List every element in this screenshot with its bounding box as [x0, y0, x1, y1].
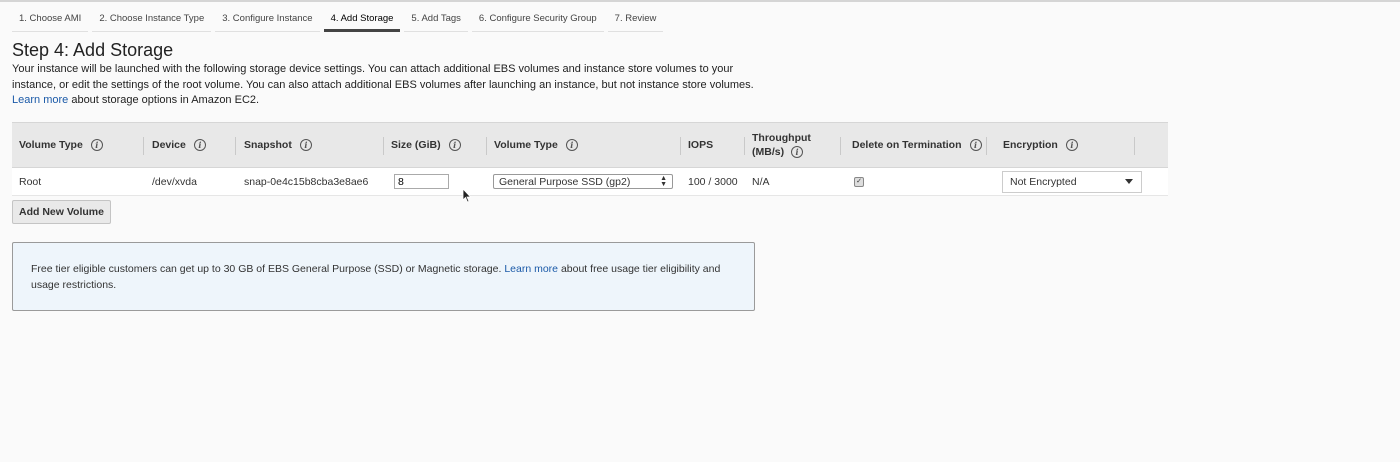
learn-more-link[interactable]: Learn more [504, 263, 558, 275]
page-title: Step 4: Add Storage [12, 40, 174, 60]
table-header: Volume Type i Device i Snapshot i Size (… [12, 122, 1168, 168]
header-iops: IOPS [681, 123, 745, 167]
header-label: Volume Type [494, 139, 558, 151]
encryption-select[interactable]: Not Encrypted [1002, 170, 1142, 193]
header-label: Delete on Termination [852, 139, 962, 151]
info-icon[interactable]: i [90, 139, 103, 151]
tab-add-tags[interactable]: 5. Add Tags [404, 9, 468, 32]
tab-choose-instance-type[interactable]: 2. Choose Instance Type [92, 9, 212, 32]
header-label: Device [152, 139, 186, 151]
cell-encryption: Not Encrypted [1001, 168, 1142, 195]
tab-review[interactable]: 7. Review [607, 9, 664, 32]
notice-text: Free tier eligible customers can get up … [31, 263, 502, 275]
tab-choose-ami[interactable]: 1. Choose AMI [12, 9, 89, 32]
info-icon[interactable]: i [1065, 139, 1078, 151]
info-icon[interactable]: i [565, 139, 578, 151]
intro-suffix: about storage options in Amazon EC2. [71, 94, 260, 106]
info-icon[interactable]: i [299, 139, 312, 151]
volume-type-select-value: General Purpose SSD (gp2) [499, 175, 631, 188]
header-volume-type: Volume Type i [12, 123, 144, 167]
updown-arrows-icon: ▲ ▼ [660, 174, 667, 188]
header-snapshot: Snapshot i [237, 123, 384, 167]
info-icon[interactable]: i [193, 139, 206, 151]
delete-on-termination-checkbox[interactable]: ✓ [854, 176, 864, 187]
info-icon[interactable]: i [791, 146, 804, 158]
info-icon[interactable]: i [969, 139, 982, 151]
chevron-down-icon [1125, 179, 1133, 184]
add-new-volume-button[interactable]: Add New Volume [12, 200, 111, 224]
header-label: Encryption [1003, 139, 1058, 151]
header-label: IOPS [688, 139, 714, 151]
tab-configure-instance[interactable]: 3. Configure Instance [215, 9, 320, 32]
cell-device: /dev/xvda [152, 175, 197, 188]
header-label: Size (GiB) [391, 139, 441, 151]
header-size: Size (GiB) i [384, 123, 487, 167]
cell-iops: 100 / 3000 [688, 175, 738, 188]
header-label-line2: (MB/s) [752, 146, 785, 158]
top-border [0, 0, 1400, 2]
cell-volume-type-select: General Purpose SSD (gp2) ▲ ▼ [487, 168, 673, 195]
header-volume-type-2: Volume Type i [487, 123, 681, 167]
header-throughput-label: Throughput (MB/s) i [752, 131, 811, 159]
header-label-line1: Throughput [752, 132, 811, 144]
cell-snapshot: snap-0e4c15b8cba3e8ae6 [244, 175, 369, 188]
encryption-select-value: Not Encrypted [1010, 175, 1077, 188]
learn-more-link[interactable]: Learn more [12, 94, 68, 106]
tab-add-storage[interactable]: 4. Add Storage [323, 9, 401, 32]
cell-throughput: N/A [752, 175, 770, 188]
tab-configure-security-group[interactable]: 6. Configure Security Group [471, 9, 604, 32]
mouse-pointer-icon [462, 188, 472, 203]
info-icon[interactable]: i [448, 139, 461, 151]
size-input[interactable] [394, 174, 449, 189]
intro-paragraph: Your instance will be launched with the … [12, 62, 762, 109]
header-label: Volume Type [19, 139, 83, 151]
table-row: Root /dev/xvda snap-0e4c15b8cba3e8ae6 Ge… [12, 168, 1168, 196]
header-device: Device i [145, 123, 236, 167]
header-label: Snapshot [244, 139, 292, 151]
wizard-steps: 1. Choose AMI 2. Choose Instance Type 3.… [12, 9, 667, 32]
header-throughput: Throughput (MB/s) i [745, 123, 841, 167]
volume-type-select[interactable]: General Purpose SSD (gp2) ▲ ▼ [493, 174, 673, 189]
storage-table: Volume Type i Device i Snapshot i Size (… [12, 122, 1168, 196]
cell-volume-type: Root [19, 175, 42, 188]
header-encryption: Encryption i [996, 123, 1135, 167]
cell-delete-on-termination: ✓ [845, 168, 864, 195]
notice-text-block: Free tier eligible customers can get up … [31, 262, 731, 293]
header-delete-on-termination: Delete on Termination i [845, 123, 987, 167]
cell-size [390, 168, 449, 195]
intro-text: Your instance will be launched with the … [12, 63, 754, 91]
free-tier-notice: Free tier eligible customers can get up … [12, 242, 755, 311]
